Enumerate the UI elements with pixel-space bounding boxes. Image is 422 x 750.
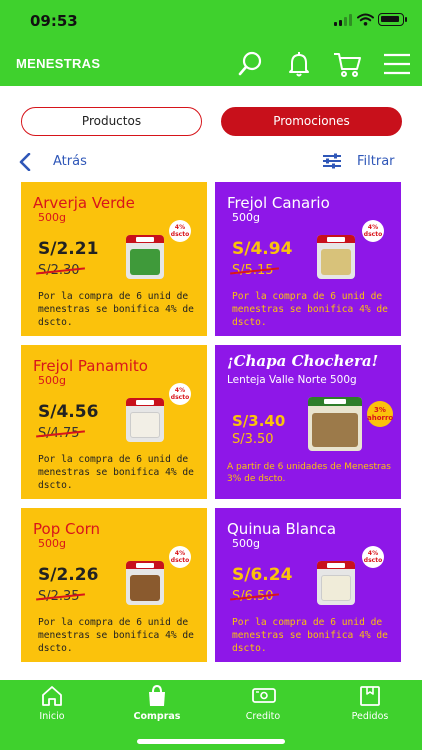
product-name: Lenteja Valle Norte 500g bbox=[227, 374, 357, 386]
promo-price: S/3.40 bbox=[232, 412, 286, 430]
filter-button[interactable]: Filtrar bbox=[322, 149, 406, 175]
product-image bbox=[126, 235, 164, 279]
wifi-icon bbox=[357, 13, 374, 26]
signal-icon bbox=[334, 14, 352, 26]
tab-productos[interactable]: Productos bbox=[21, 107, 202, 136]
back-label: Atrás bbox=[53, 154, 87, 169]
tab-promociones[interactable]: Promociones bbox=[221, 107, 402, 136]
promo-card[interactable]: Quinua Blanca 500g S/6.24 S/6.50 Por la … bbox=[215, 508, 401, 662]
product-weight: 500g bbox=[232, 537, 260, 550]
product-name: Frejol Panamito bbox=[33, 357, 148, 375]
promo-card[interactable]: Frejol Canario 500g S/4.94 S/5.15 Por la… bbox=[215, 182, 401, 336]
tab-compras[interactable]: Compras bbox=[122, 680, 192, 724]
app-screen: 09:53 MENESTRAS Productos Promociones At… bbox=[0, 0, 422, 750]
box-icon bbox=[360, 686, 380, 706]
promo-card[interactable]: Pop Corn 500g S/2.26 S/2.35 Por la compr… bbox=[21, 508, 207, 662]
old-price: S/3.50 bbox=[232, 432, 274, 447]
promo-description: Por la compra de 6 unid de menestras se … bbox=[38, 291, 194, 328]
product-weight: 500g bbox=[38, 374, 66, 387]
page-title: MENESTRAS bbox=[16, 56, 101, 71]
filter-label: Filtrar bbox=[357, 154, 395, 169]
home-indicator bbox=[137, 739, 285, 744]
battery-icon bbox=[378, 13, 407, 26]
promo-card[interactable]: Frejol Panamito 500g S/4.56 S/4.75 Por l… bbox=[21, 345, 207, 499]
old-price: S/5.15 bbox=[232, 263, 274, 278]
promo-description: Por la compra de 6 unid de menestras se … bbox=[232, 617, 388, 654]
product-weight: 500g bbox=[38, 211, 66, 224]
promo-description: Por la compra de 6 unid de menestras se … bbox=[38, 617, 194, 654]
tab-label: Inicio bbox=[39, 711, 65, 722]
product-name: Quinua Blanca bbox=[227, 520, 337, 538]
old-price: S/6.50 bbox=[232, 589, 274, 604]
discount-badge: 4% dscto bbox=[169, 546, 191, 568]
old-price: S/2.35 bbox=[38, 589, 80, 604]
tab-label: Compras bbox=[133, 711, 181, 722]
search-icon[interactable] bbox=[236, 50, 266, 78]
app-header: MENESTRAS bbox=[0, 40, 422, 86]
filter-icon bbox=[323, 153, 341, 169]
promo-price: S/4.94 bbox=[232, 239, 293, 259]
product-name: Pop Corn bbox=[33, 520, 101, 538]
product-weight: 500g bbox=[38, 537, 66, 550]
status-bar: 09:53 bbox=[0, 0, 422, 40]
old-price: S/2.30 bbox=[38, 263, 80, 278]
promo-price: S/2.21 bbox=[38, 239, 99, 259]
product-image bbox=[317, 235, 355, 279]
promo-description: A partir de 6 unidades de Menestras 3% d… bbox=[227, 462, 391, 484]
back-chevron-icon bbox=[19, 153, 31, 171]
cart-icon[interactable] bbox=[332, 50, 362, 78]
promo-card-lenteja[interactable]: ¡Chapa Chochera! Lenteja Valle Norte 500… bbox=[215, 345, 401, 499]
promo-description: Por la compra de 6 unid de menestras se … bbox=[38, 454, 194, 491]
tab-inicio[interactable]: Inicio bbox=[17, 680, 87, 724]
tab-credito[interactable]: Credito bbox=[228, 680, 298, 724]
menu-icon[interactable] bbox=[382, 50, 412, 78]
bell-icon[interactable] bbox=[284, 50, 314, 78]
discount-badge: 4% dscto bbox=[169, 383, 191, 405]
home-icon bbox=[42, 686, 62, 706]
promo-card[interactable]: Arverja Verde 500g S/2.21 S/2.30 Por la … bbox=[21, 182, 207, 336]
product-image bbox=[308, 397, 362, 451]
tab-label: Pedidos bbox=[351, 711, 389, 722]
product-image bbox=[126, 398, 164, 442]
promo-banner-title: ¡Chapa Chochera! bbox=[227, 352, 379, 370]
tab-pedidos[interactable]: Pedidos bbox=[335, 680, 405, 724]
status-time: 09:53 bbox=[30, 12, 78, 30]
product-weight: 500g bbox=[232, 211, 260, 224]
promo-description: Por la compra de 6 unid de menestras se … bbox=[232, 291, 388, 328]
product-name: Frejol Canario bbox=[227, 194, 330, 212]
promo-price: S/2.26 bbox=[38, 565, 99, 585]
promo-price: S/4.56 bbox=[38, 402, 99, 422]
tab-label: Credito bbox=[245, 711, 281, 722]
old-price: S/4.75 bbox=[38, 426, 80, 441]
promo-price: S/6.24 bbox=[232, 565, 293, 585]
cash-icon bbox=[252, 688, 276, 703]
product-name: Arverja Verde bbox=[33, 194, 135, 212]
product-image bbox=[317, 561, 355, 605]
discount-badge: 3% ahorro bbox=[367, 401, 393, 427]
discount-badge: 4% dscto bbox=[362, 220, 384, 242]
discount-badge: 4% dscto bbox=[169, 220, 191, 242]
discount-badge: 4% dscto bbox=[362, 546, 384, 568]
shopping-bag-icon bbox=[149, 684, 165, 706]
product-image bbox=[126, 561, 164, 605]
